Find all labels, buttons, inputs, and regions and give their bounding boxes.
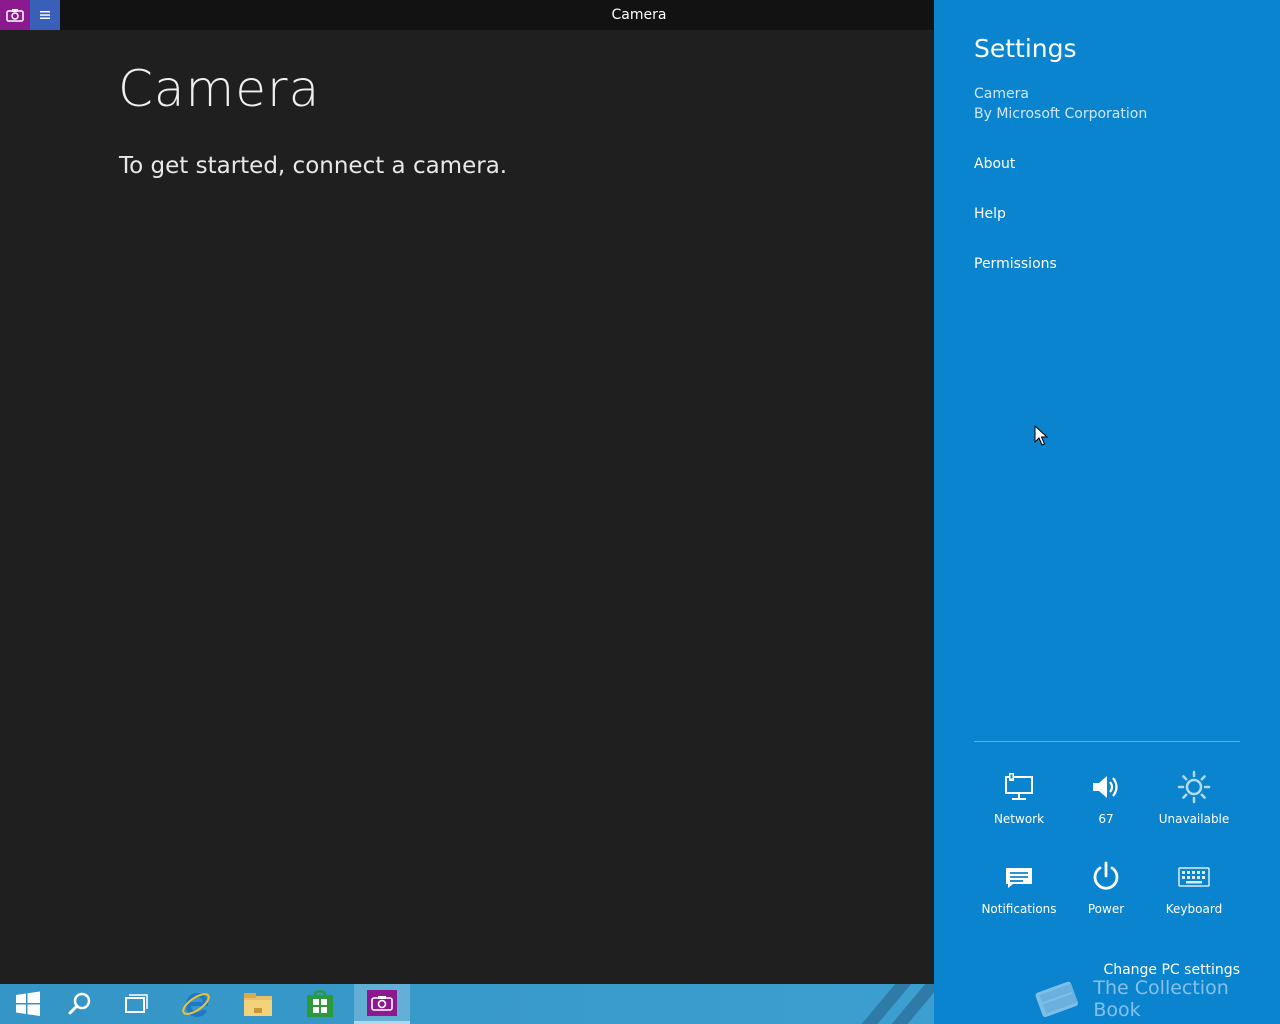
store-icon xyxy=(307,990,333,1017)
book-icon xyxy=(1035,981,1078,1018)
taskbar-camera-button[interactable] xyxy=(354,984,410,1024)
internet-explorer-icon xyxy=(182,993,210,1017)
power-label: Power xyxy=(1087,902,1125,916)
permissions-link[interactable]: Permissions xyxy=(974,256,1057,272)
app-commands-menu-button[interactable] xyxy=(30,0,60,30)
watermark: The Collection Book xyxy=(1030,976,1280,1022)
hamburger-icon xyxy=(40,11,50,19)
brightness-button: Unavailable xyxy=(1149,768,1239,828)
title-bar: Camera xyxy=(0,0,934,30)
notifications-label: Notifications xyxy=(981,902,1057,916)
charm-title: Settings xyxy=(974,34,1077,63)
help-link[interactable]: Help xyxy=(974,206,1006,222)
keyboard-label: Keyboard xyxy=(1165,902,1223,916)
network-icon xyxy=(1003,770,1035,804)
task-view-button[interactable] xyxy=(108,984,164,1024)
network-button[interactable]: Network xyxy=(974,768,1064,828)
network-label: Network xyxy=(993,812,1045,826)
search-icon xyxy=(68,992,91,1015)
charm-app-publisher: By Microsoft Corporation xyxy=(974,106,1148,122)
internet-explorer-button[interactable] xyxy=(168,984,224,1024)
divider xyxy=(974,741,1240,742)
volume-level-label: 67 xyxy=(1098,812,1114,826)
notifications-button[interactable]: Notifications xyxy=(974,858,1064,918)
keyboard-button[interactable]: Keyboard xyxy=(1149,858,1239,918)
watermark-text: The Collection Book xyxy=(1093,977,1229,1021)
mouse-cursor xyxy=(1034,424,1049,451)
start-icon xyxy=(16,991,40,1016)
camera-icon xyxy=(6,9,24,22)
no-camera-message: To get started, connect a camera. xyxy=(119,153,508,179)
start-button[interactable] xyxy=(0,984,56,1024)
cursor-arrow-icon xyxy=(1034,424,1049,446)
store-button[interactable] xyxy=(292,984,348,1024)
camera-app-icon[interactable] xyxy=(0,0,30,30)
camera-icon xyxy=(371,995,393,1011)
keyboard-icon xyxy=(1178,860,1210,894)
task-view-icon xyxy=(125,994,148,1013)
notifications-icon xyxy=(1003,860,1035,894)
file-explorer-button[interactable] xyxy=(230,984,286,1024)
about-link[interactable]: About xyxy=(974,156,1015,172)
taskbar xyxy=(0,984,934,1024)
power-button[interactable]: Power xyxy=(1061,858,1151,918)
power-icon xyxy=(1091,860,1121,894)
brightness-label: Unavailable xyxy=(1158,812,1230,826)
camera-app-icon xyxy=(367,989,397,1016)
volume-button[interactable]: 67 xyxy=(1061,768,1151,828)
brightness-icon xyxy=(1177,770,1211,804)
settings-charm: Settings Camera By Microsoft Corporation… xyxy=(934,0,1280,1024)
page-title: Camera xyxy=(118,60,321,118)
file-explorer-icon xyxy=(244,993,272,1016)
search-button[interactable] xyxy=(52,984,108,1024)
app-content: Camera To get started, connect a camera. xyxy=(0,30,934,984)
charm-app-name: Camera xyxy=(974,86,1029,102)
volume-icon xyxy=(1090,770,1122,804)
